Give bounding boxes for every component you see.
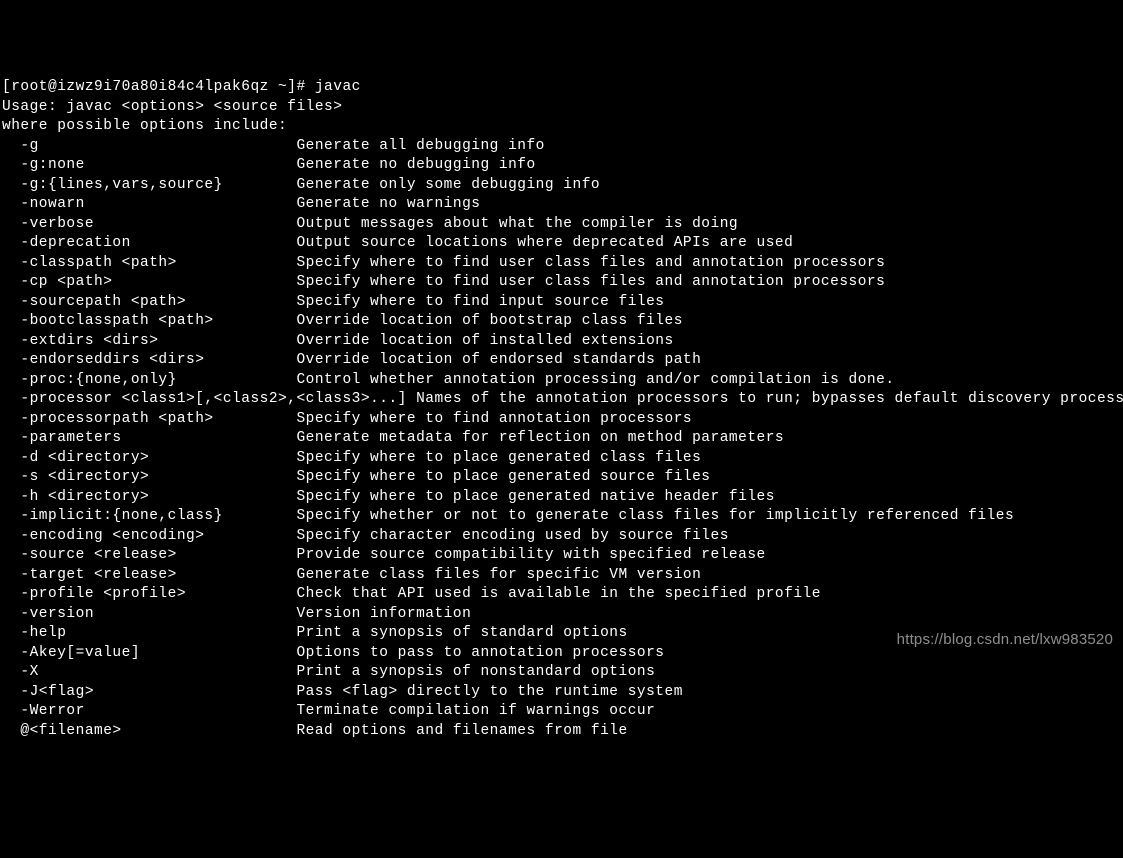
watermark-text: https://blog.csdn.net/lxw983520 bbox=[897, 630, 1113, 650]
